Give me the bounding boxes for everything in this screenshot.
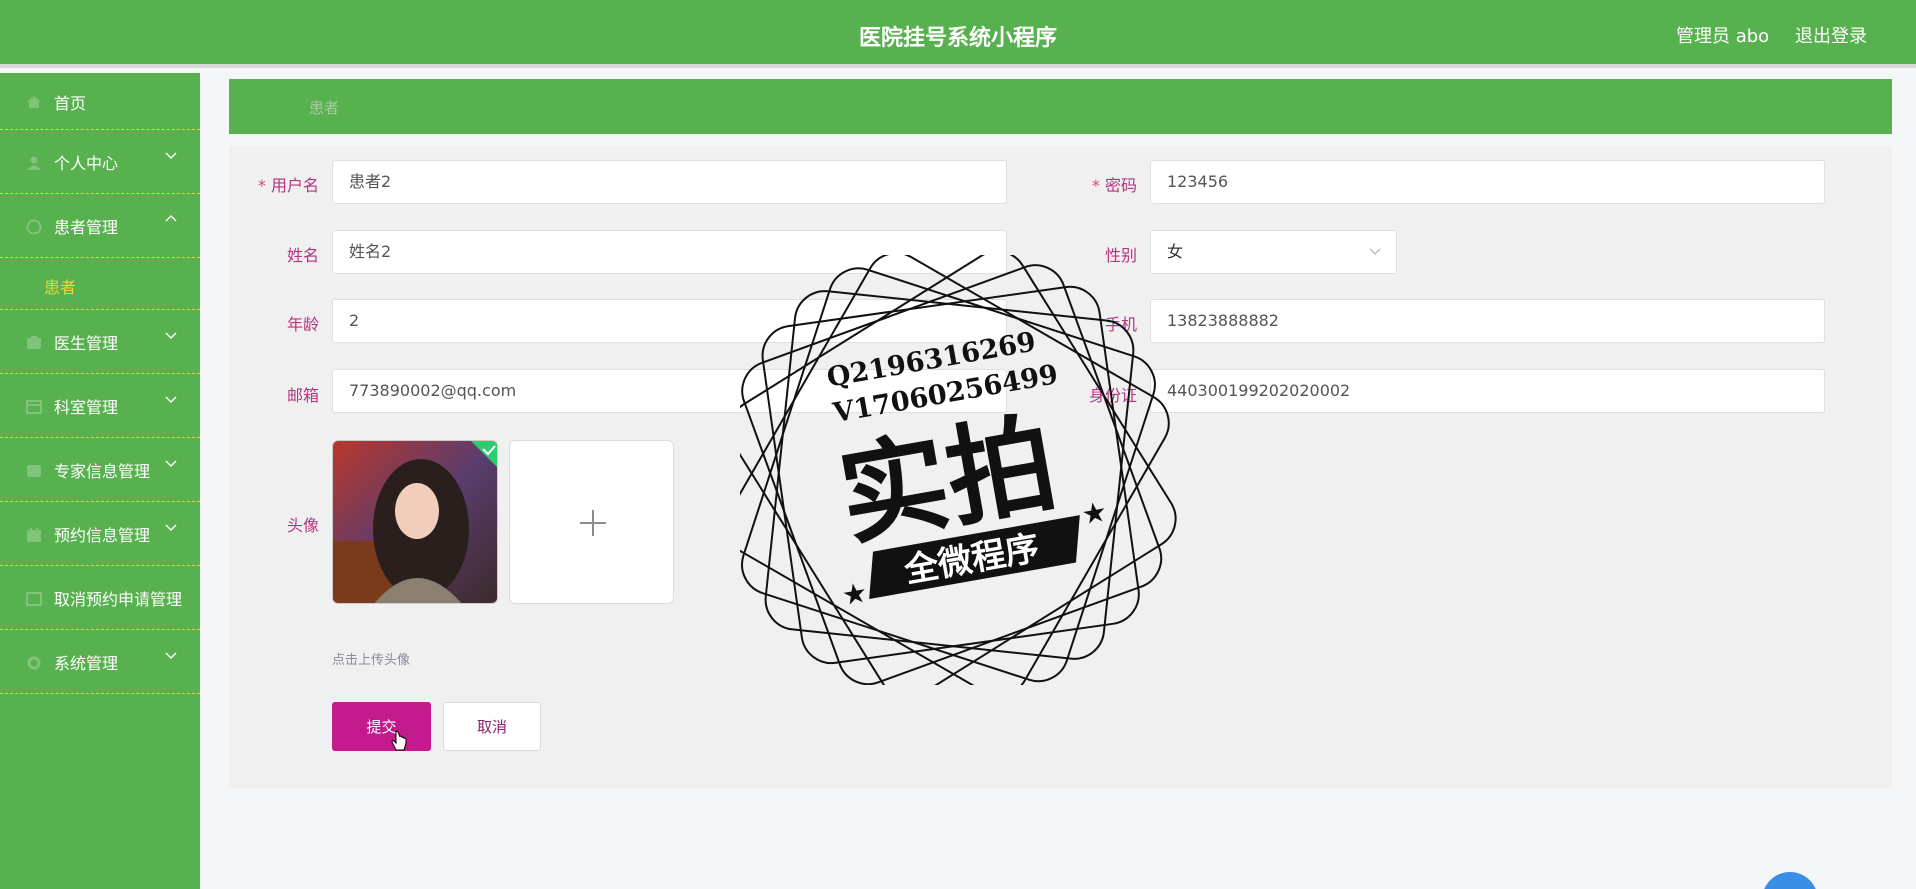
appointment-icon bbox=[27, 528, 41, 542]
chevron-up-icon bbox=[165, 215, 177, 222]
chevron-down-icon bbox=[165, 524, 177, 531]
top-bar: 医院挂号系统小程序 管理员 abo 退出登录 bbox=[0, 0, 1916, 68]
email-field[interactable]: 773890002@qq.com bbox=[332, 369, 1007, 413]
sidebar-item-appointment-management[interactable]: 预约信息管理 bbox=[0, 502, 200, 566]
sidebar: 首页 个人中心 患者管理 患者 医生管理 科室管理 专家信息管理 预约信息管理 … bbox=[0, 73, 200, 889]
sidebar-item-home[interactable]: 首页 bbox=[0, 73, 200, 130]
gender-label: 性别 bbox=[1104, 246, 1137, 265]
sidebar-item-label: 专家信息管理 bbox=[54, 462, 151, 481]
submit-button[interactable]: 提交 bbox=[332, 702, 431, 751]
phone-field[interactable]: 13823888882 bbox=[1150, 299, 1825, 343]
chevron-down-icon bbox=[165, 152, 177, 159]
plus-icon bbox=[580, 510, 606, 536]
sidebar-item-label: 患者管理 bbox=[54, 218, 119, 237]
password-field[interactable]: 123456 bbox=[1150, 160, 1825, 204]
sidebar-item-label: 个人中心 bbox=[54, 154, 119, 173]
avatar-label: 头像 bbox=[286, 516, 319, 535]
avatar-image[interactable] bbox=[332, 440, 498, 604]
floating-action-button[interactable] bbox=[1762, 872, 1818, 889]
sidebar-item-label: 医生管理 bbox=[54, 334, 119, 353]
avatar-upload-hint: 点击上传头像 bbox=[332, 653, 411, 668]
name-label: 姓名 bbox=[286, 246, 319, 265]
avatar-photo bbox=[333, 441, 497, 603]
username-label: * 用户名 bbox=[257, 176, 319, 195]
chevron-down-icon bbox=[165, 652, 177, 659]
department-icon bbox=[26, 400, 42, 414]
email-label: 邮箱 bbox=[286, 386, 319, 405]
sidebar-item-expert-info-management[interactable]: 专家信息管理 bbox=[0, 438, 200, 502]
sidebar-item-patient-management[interactable]: 患者管理 bbox=[0, 194, 200, 258]
sidebar-item-label: 取消预约申请管理 bbox=[54, 590, 183, 609]
admin-user-label: 管理员 abo bbox=[1676, 26, 1770, 47]
sidebar-subitem-label: 患者 bbox=[44, 278, 77, 297]
sidebar-item-label: 预约信息管理 bbox=[54, 526, 151, 545]
sidebar-item-system-management[interactable]: 系统管理 bbox=[0, 630, 200, 694]
id-card-field[interactable]: 440300199202020002 bbox=[1150, 369, 1825, 413]
home-icon bbox=[27, 96, 41, 108]
sidebar-item-label: 科室管理 bbox=[54, 398, 119, 417]
cancel-button[interactable]: 取消 bbox=[443, 702, 541, 751]
chevron-down-icon bbox=[165, 460, 177, 467]
avatar-upload-button[interactable] bbox=[509, 440, 674, 604]
cancel-icon bbox=[26, 592, 42, 606]
app-title: 医院挂号系统小程序 bbox=[858, 26, 1057, 51]
hand-cursor-icon bbox=[391, 730, 407, 751]
sidebar-item-personal-center[interactable]: 个人中心 bbox=[0, 130, 200, 194]
gender-selected-value: 女 bbox=[1167, 242, 1184, 261]
password-label: * 密码 bbox=[1091, 176, 1137, 195]
phone-label: 手机 bbox=[1104, 315, 1137, 334]
patient-icon bbox=[26, 219, 42, 235]
breadcrumb-current: 患者 bbox=[309, 99, 340, 117]
chevron-down-icon bbox=[165, 332, 177, 339]
system-icon bbox=[27, 656, 41, 670]
sidebar-item-department-management[interactable]: 科室管理 bbox=[0, 374, 200, 438]
gender-select[interactable]: 女 bbox=[1150, 230, 1397, 274]
user-icon bbox=[27, 156, 41, 170]
sidebar-subitem-patient[interactable]: 患者 bbox=[0, 258, 200, 310]
sidebar-item-doctor-management[interactable]: 医生管理 bbox=[0, 310, 200, 374]
breadcrumb: 患者 bbox=[229, 79, 1892, 134]
age-label: 年龄 bbox=[286, 315, 319, 334]
chevron-down-icon bbox=[165, 396, 177, 403]
expert-icon bbox=[27, 465, 41, 477]
name-field[interactable]: 姓名2 bbox=[332, 230, 1007, 274]
logout-link[interactable]: 退出登录 bbox=[1795, 22, 1867, 48]
chevron-down-icon bbox=[1369, 248, 1381, 255]
username-field[interactable]: 患者2 bbox=[332, 160, 1007, 204]
id-card-label: 身份证 bbox=[1088, 386, 1137, 405]
sidebar-item-cancel-appointment-management[interactable]: 取消预约申请管理 bbox=[0, 566, 200, 630]
doctor-icon bbox=[27, 336, 41, 349]
age-field[interactable]: 2 bbox=[332, 299, 1007, 343]
sidebar-item-label: 系统管理 bbox=[54, 654, 119, 673]
sidebar-item-label: 首页 bbox=[54, 94, 87, 113]
